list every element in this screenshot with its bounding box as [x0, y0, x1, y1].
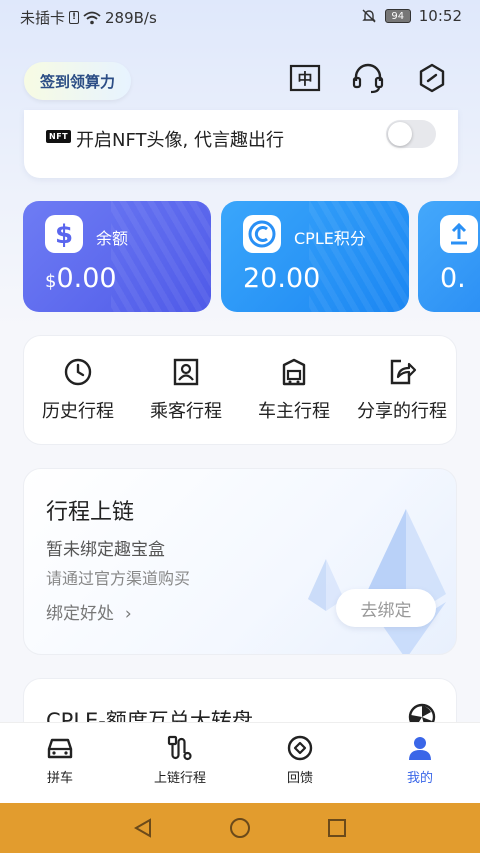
tab-label: 拼车	[46, 771, 73, 786]
nft-avatar-text: 开启NFT头像, 代言趣出行	[76, 130, 284, 151]
trips-section: 历史行程 乘客行程 车主行程 分享的行程	[23, 335, 457, 445]
bottom-tab-bar: 拼车 上链行程 回馈 我的	[0, 722, 480, 803]
tab-feedback[interactable]: 回馈	[240, 723, 360, 803]
go-bind-button[interactable]: 去绑定	[336, 589, 436, 627]
settings-hexagon-icon[interactable]	[414, 60, 450, 96]
profile-icon	[409, 737, 431, 760]
status-bar: 未插卡 ! 289B/s 94 10:52	[0, 0, 480, 34]
svg-text:$: $	[55, 220, 73, 248]
trip-label: 历史行程	[42, 401, 114, 422]
home-icon[interactable]	[228, 816, 252, 840]
tab-profile[interactable]: 我的	[360, 723, 480, 803]
tab-label: 上链行程	[153, 771, 206, 786]
nft-avatar-card: NFT 开启NFT头像, 代言趣出行	[24, 110, 458, 178]
balance-card[interactable]: $ 余额 $0.00	[23, 201, 211, 312]
wifi-icon	[83, 11, 101, 24]
driver-trips-button[interactable]: 车主行程	[240, 357, 348, 423]
trip-label: 分享的行程	[357, 401, 447, 422]
clock-time: 10:52	[418, 7, 462, 25]
battery-icon: 94	[384, 9, 411, 23]
balance-label: 余额	[96, 229, 129, 248]
net-speed-text: 289B/s	[105, 8, 157, 27]
chevron-right-icon: ›	[124, 604, 132, 624]
bind-benefits-link[interactable]: 绑定好处 ›	[46, 599, 132, 624]
system-navigation-bar	[0, 803, 480, 853]
sim-alert-icon: !	[69, 11, 80, 24]
cple-points-card[interactable]: CPLE积分 20.00	[221, 201, 409, 312]
svg-text:中: 中	[297, 70, 312, 88]
bell-muted-icon	[362, 9, 376, 23]
tab-label: 我的	[406, 771, 433, 786]
passenger-icon	[173, 358, 199, 386]
tab-chain-trips[interactable]: 上链行程	[120, 723, 240, 803]
tab-label: 回馈	[286, 771, 313, 786]
ethereum-crystal-illustration	[308, 509, 446, 654]
share-icon	[390, 359, 417, 385]
route-icon	[167, 735, 192, 761]
trip-label: 车主行程	[258, 401, 330, 422]
car-icon	[47, 738, 73, 759]
recents-icon[interactable]	[326, 817, 348, 839]
trip-label: 乘客行程	[150, 401, 222, 422]
toggle-knob	[388, 122, 412, 146]
upload-icon	[440, 215, 478, 253]
clock-icon	[64, 358, 92, 386]
sign-in-reward-button[interactable]: 签到领算力	[24, 62, 131, 100]
history-trips-button[interactable]: 历史行程	[24, 357, 132, 423]
nft-avatar-toggle[interactable]	[386, 120, 436, 148]
translate-icon[interactable]: 中	[287, 60, 323, 96]
tab-carpool[interactable]: 拼车	[0, 723, 120, 803]
nft-badge: NFT	[46, 130, 72, 143]
driver-car-icon	[282, 358, 306, 386]
third-asset-value: 0.	[440, 263, 466, 294]
cple-coin-icon	[243, 215, 281, 253]
third-asset-card[interactable]: 0.	[418, 201, 480, 312]
cple-points-value: 20.00	[243, 263, 321, 294]
dollar-icon: $	[45, 215, 83, 253]
back-icon[interactable]	[132, 817, 154, 839]
trip-on-chain-card: 行程上链 暂未绑定趣宝盒 请通过官方渠道购买 绑定好处 › 去绑定	[23, 468, 457, 655]
balance-value: $0.00	[45, 263, 117, 294]
feedback-icon	[287, 735, 313, 761]
shared-trips-button[interactable]: 分享的行程	[348, 357, 456, 423]
cple-points-label: CPLE积分	[294, 229, 366, 248]
headset-icon[interactable]	[350, 60, 386, 96]
chain-hint: 请通过官方渠道购买	[46, 569, 191, 588]
chain-status: 暂未绑定趣宝盒	[46, 540, 165, 560]
carrier-text: 未插卡	[20, 9, 66, 27]
passenger-trips-button[interactable]: 乘客行程	[132, 357, 240, 423]
chain-title: 行程上链	[46, 500, 135, 525]
